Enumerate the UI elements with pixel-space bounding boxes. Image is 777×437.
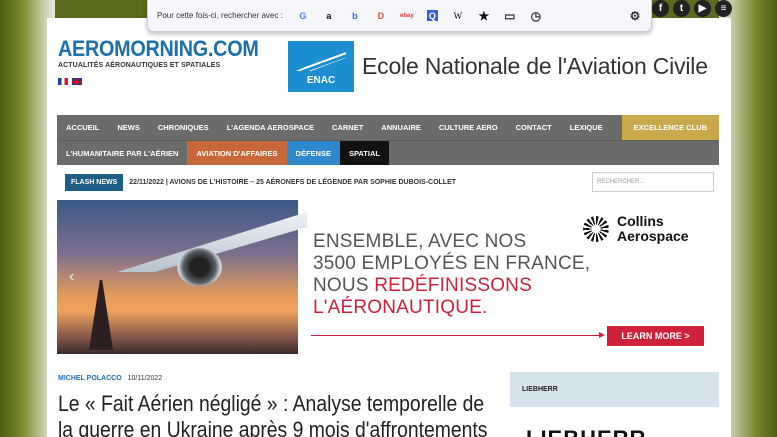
- ebay-icon[interactable]: ebay: [397, 6, 417, 26]
- youtube-icon[interactable]: ▶: [694, 0, 711, 17]
- bing-icon[interactable]: b: [345, 6, 365, 26]
- google-icon[interactable]: G: [293, 6, 313, 26]
- nav-annuaire[interactable]: ANNUAIRE: [372, 115, 430, 140]
- wikipedia-icon[interactable]: W: [448, 6, 468, 26]
- site-logo[interactable]: AEROMORNING.COM: [58, 36, 259, 62]
- collins-brand-2: Aerospace: [617, 228, 689, 244]
- tabs-icon[interactable]: ▭: [500, 6, 520, 26]
- bookmarks-icon[interactable]: ★: [474, 6, 494, 26]
- facebook-icon[interactable]: f: [652, 0, 669, 17]
- nav-chroniques[interactable]: CHRONIQUES: [149, 115, 218, 140]
- sidebar-widget: LIEBHERR: [510, 372, 719, 407]
- enac-logo[interactable]: ENAC: [288, 41, 354, 92]
- duckduckgo-icon[interactable]: D: [371, 6, 391, 26]
- social-links: f t ▶ ≡: [652, 0, 732, 17]
- article-meta: MICHEL POLACCO 10/11/2022: [58, 375, 162, 382]
- ad-claim: ENSEMBLE, AVEC NOS 3500 EMPLOYÉS EN FRAN…: [313, 231, 590, 319]
- ad-line-3b: REDÉFINISSONS: [374, 275, 532, 296]
- nav-news[interactable]: NEWS: [108, 115, 149, 140]
- ad-line-1: ENSEMBLE, AVEC NOS: [313, 231, 527, 252]
- eiffel-tower-shape: [89, 280, 113, 350]
- nav-spatial[interactable]: SPATIAL: [339, 141, 389, 165]
- french-flag-icon[interactable]: [58, 78, 68, 85]
- nav-accueil[interactable]: ACCUEIL: [57, 115, 108, 140]
- collins-sun-icon: [583, 216, 609, 242]
- learn-more-button[interactable]: LEARN MORE >: [607, 326, 704, 346]
- ad-line-4: L'AÉRONAUTIQUE.: [313, 297, 488, 318]
- search-engine-popup: Pour cette fois-ci, rechercher avec : G …: [147, 0, 652, 32]
- nav-culture-aero[interactable]: CULTURE AERO: [430, 115, 507, 140]
- nav-agenda[interactable]: L'AGENDA AEROSPACE: [218, 115, 323, 140]
- site-tagline: ACTUALITÉS AÉRONAUTIQUES ET SPATIALES: [58, 62, 221, 69]
- nav-humanitaire[interactable]: L'HUMANITAIRE PAR L'AÉRIEN: [57, 141, 187, 165]
- twitter-icon[interactable]: t: [673, 0, 690, 17]
- engine-shape: [177, 248, 222, 286]
- rss-icon[interactable]: ≡: [715, 0, 732, 17]
- article-author[interactable]: MICHEL POLACCO: [58, 375, 122, 382]
- article-title[interactable]: Le « Fait Aérien négligé » : Analyse tem…: [58, 391, 498, 437]
- ad-line-2: 3500 EMPLOYÉS EN FRANCE,: [313, 253, 591, 274]
- liebherr-logo[interactable]: LIEBHERR: [526, 426, 646, 437]
- ad-line-3: NOUS REDÉFINISSONS: [313, 275, 590, 297]
- article-date: 10/11/2022: [127, 375, 163, 382]
- carousel-prev-icon[interactable]: ‹: [69, 268, 74, 286]
- enac-ad-text[interactable]: Ecole Nationale de l'Aviation Civile: [362, 53, 708, 80]
- airplane-paris-photo: ‹: [57, 200, 307, 354]
- nav-contact[interactable]: CONTACT: [507, 115, 561, 140]
- nav-defense[interactable]: DÉFENSE: [286, 141, 340, 165]
- gear-icon[interactable]: ⚙: [625, 6, 645, 26]
- history-icon[interactable]: ◷: [526, 6, 546, 26]
- amazon-icon[interactable]: a: [319, 6, 339, 26]
- flash-news-text[interactable]: 22/11/2022 | AVIONS DE L'HISTOIRE – 25 A…: [129, 179, 456, 186]
- ad-line-3a: NOUS: [313, 275, 375, 296]
- language-flags: [58, 78, 82, 85]
- flash-news-badge: FLASH NEWS: [65, 174, 124, 191]
- nav-aviation-affaires[interactable]: AVIATION D'AFFAIRES: [187, 141, 287, 165]
- popup-label: Pour cette fois-ci, rechercher avec :: [157, 11, 283, 20]
- search-input[interactable]: RECHERCHER...: [592, 172, 714, 192]
- ad-red-line: [311, 332, 605, 338]
- nav-excellence-club[interactable]: EXCELLENCE CLUB: [621, 115, 719, 140]
- uk-flag-icon[interactable]: [72, 78, 82, 85]
- collins-brand-1: Collins: [617, 213, 664, 229]
- collins-logo: Collins Aerospace: [583, 214, 689, 244]
- nav-carnet[interactable]: CARNET: [323, 115, 372, 140]
- qwant-icon[interactable]: Q: [426, 10, 438, 21]
- sidebar-heading: LIEBHERR: [522, 386, 558, 393]
- main-navigation: ACCUEIL NEWS CHRONIQUES L'AGENDA AEROSPA…: [57, 115, 719, 165]
- nav-lexique[interactable]: LEXIQUE: [561, 115, 612, 140]
- collins-ad-banner[interactable]: ‹ ENSEMBLE, AVEC NOS 3500 EMPLOYÉS EN FR…: [57, 200, 719, 354]
